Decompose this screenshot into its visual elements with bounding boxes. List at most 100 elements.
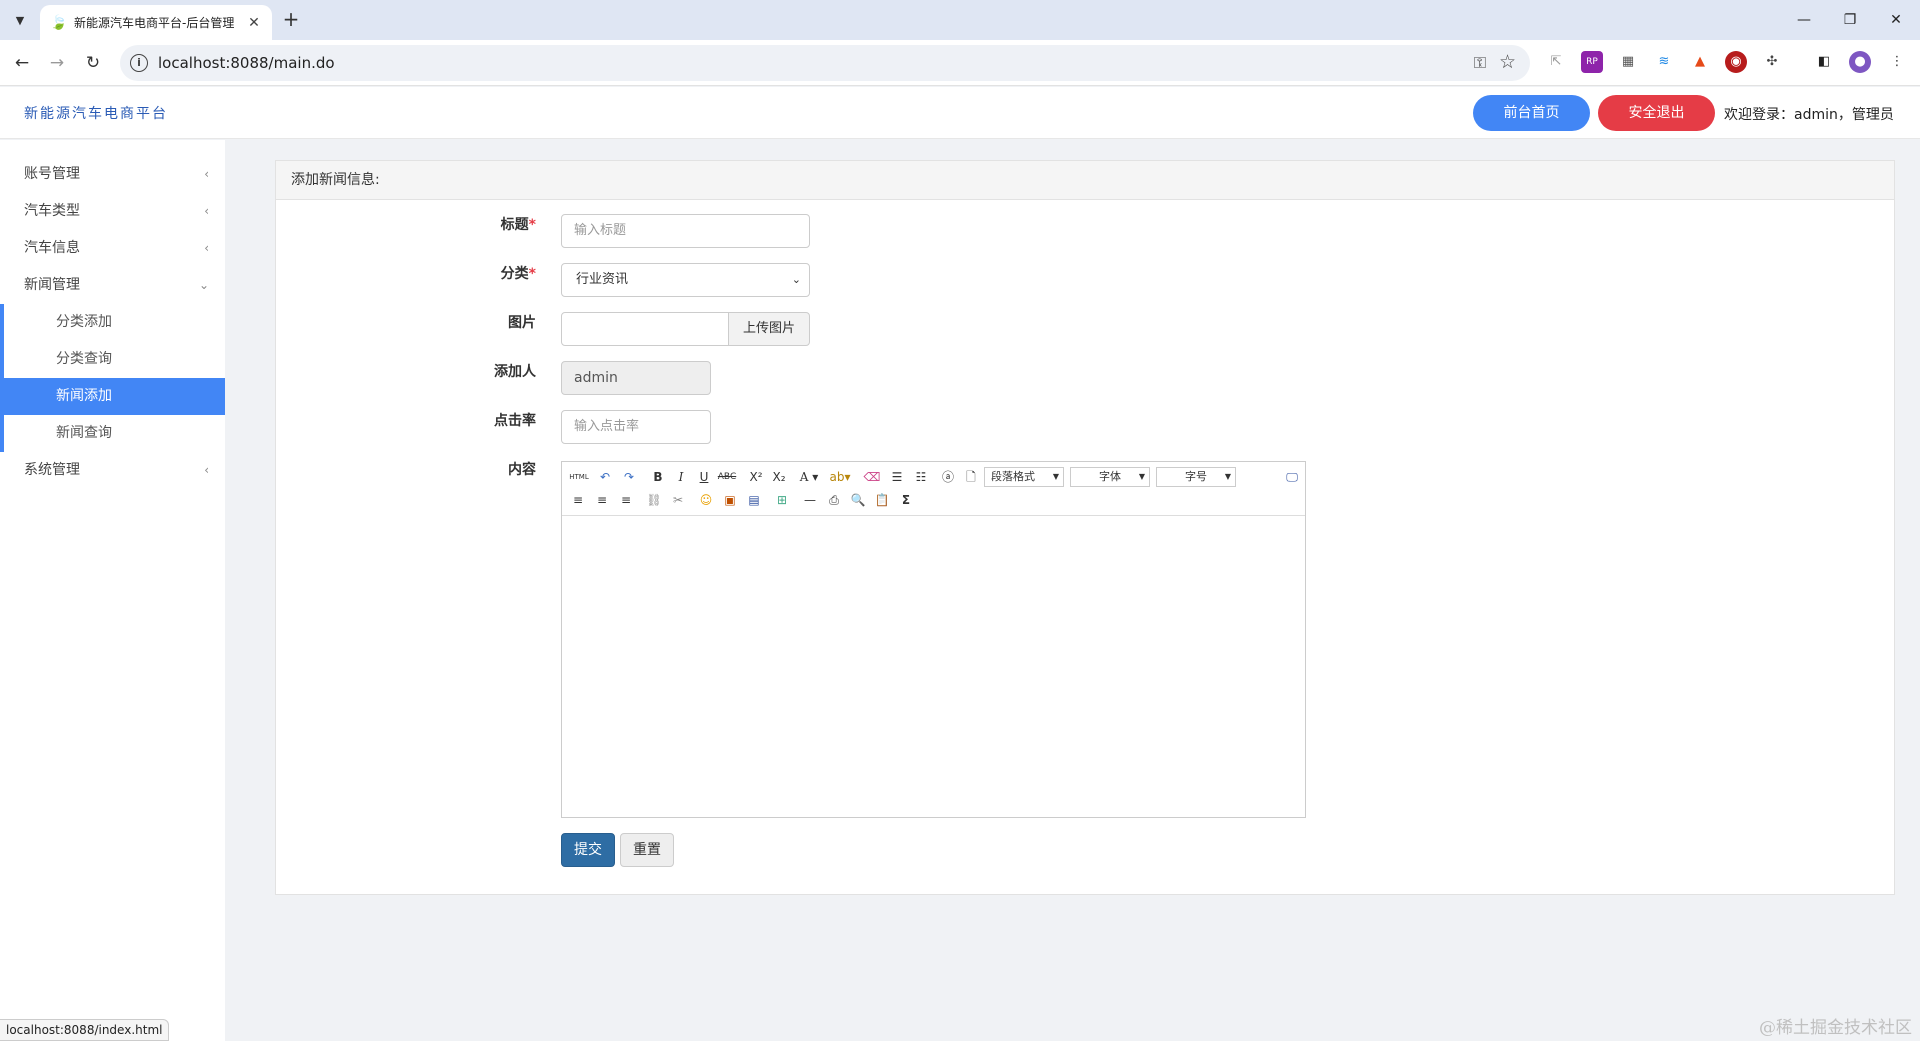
- author-input: admin: [561, 361, 711, 395]
- submit-button[interactable]: 提交: [561, 833, 615, 867]
- ordered-list-icon[interactable]: ☰: [887, 467, 907, 487]
- sidebar-subitem-category-add[interactable]: 分类添加: [0, 304, 225, 341]
- sidebar-subitem-category-query[interactable]: 分类查询: [0, 341, 225, 378]
- key-icon[interactable]: ⚿: [1474, 53, 1486, 73]
- restore-icon[interactable]: ❐: [1828, 6, 1872, 34]
- font-size-dropdown[interactable]: 字号 ▼: [1156, 467, 1236, 487]
- fullscreen-icon[interactable]: 🖵: [1282, 467, 1302, 487]
- profile-avatar[interactable]: ●: [1849, 51, 1871, 73]
- align-right-icon[interactable]: ≡: [616, 490, 636, 510]
- triangle-extension-icon[interactable]: ▲: [1689, 51, 1711, 73]
- chevron-left-icon: ‹: [204, 167, 209, 181]
- app-header: 新能源汽车电商平台 前台首页 安全退出 欢迎登录：admin，管理员: [0, 87, 1920, 139]
- superscript-icon[interactable]: X²: [746, 467, 766, 487]
- sidebar-item-accounts[interactable]: 账号管理 ‹: [0, 156, 225, 193]
- chevron-left-icon: ‹: [204, 241, 209, 255]
- sidebar-item-car-types[interactable]: 汽车类型 ‹: [0, 193, 225, 230]
- bold-icon[interactable]: B: [648, 467, 668, 487]
- align-center-icon[interactable]: ≡: [592, 490, 612, 510]
- side-panel-icon[interactable]: ◧: [1813, 51, 1835, 73]
- image-path-input[interactable]: [561, 312, 729, 346]
- sidebar-subitem-news-query[interactable]: 新闻查询: [0, 415, 225, 452]
- tab-search-icon[interactable]: ▼: [8, 8, 32, 32]
- address-bar[interactable]: i localhost:8088/main.do ⚿ ☆: [120, 45, 1530, 81]
- sidebar-item-label: 系统管理: [24, 462, 80, 478]
- forward-icon[interactable]: →: [44, 50, 70, 76]
- sidebar-item-system[interactable]: 系统管理 ‹: [0, 452, 225, 489]
- image-icon[interactable]: ▣: [720, 490, 740, 510]
- menu-kebab-icon[interactable]: ⋮: [1886, 51, 1908, 73]
- close-window-icon[interactable]: ✕: [1874, 6, 1918, 34]
- paste-icon[interactable]: 📋: [872, 490, 892, 510]
- close-icon[interactable]: ✕: [246, 15, 262, 31]
- clicks-label: 点击率: [494, 413, 536, 429]
- video-icon[interactable]: ▤: [744, 490, 764, 510]
- underline-icon[interactable]: U: [694, 467, 714, 487]
- anchor-icon[interactable]: ⓐ: [938, 467, 958, 487]
- eraser-icon[interactable]: ⌫: [862, 467, 882, 487]
- preview-icon[interactable]: 🔍: [848, 490, 868, 510]
- url-text[interactable]: localhost:8088/main.do: [158, 54, 335, 72]
- font-dropdown[interactable]: 字体 ▼: [1070, 467, 1150, 487]
- paragraph-format-dropdown[interactable]: 段落格式 ▼: [984, 467, 1064, 487]
- category-label: 分类*: [416, 263, 536, 283]
- sidebar: 账号管理 ‹ 汽车类型 ‹ 汽车信息 ‹ 新闻管理 ⌄ 分类添加 分类查询 新闻…: [0, 140, 225, 1041]
- info-icon[interactable]: i: [130, 54, 148, 72]
- italic-icon[interactable]: I: [671, 467, 691, 487]
- star-icon[interactable]: ☆: [1499, 51, 1516, 73]
- chevron-left-icon: ‹: [204, 463, 209, 477]
- author-label: 添加人: [494, 364, 536, 380]
- category-select[interactable]: 行业资讯 ⌄: [561, 263, 810, 297]
- strikethrough-icon[interactable]: ABC: [717, 467, 737, 487]
- title-input[interactable]: 输入标题: [561, 214, 810, 248]
- reload-icon[interactable]: ↻: [80, 50, 106, 76]
- reset-button[interactable]: 重置: [620, 833, 674, 867]
- attachment-icon[interactable]: ⊞: [772, 490, 792, 510]
- brand-title: 新能源汽车电商平台: [24, 106, 168, 122]
- back-icon[interactable]: ←: [9, 50, 35, 76]
- sidebar-item-news[interactable]: 新闻管理 ⌄: [0, 267, 225, 304]
- cursor-extension-icon[interactable]: ⇱: [1545, 51, 1567, 73]
- clicks-input[interactable]: 输入点击率: [561, 410, 711, 444]
- logout-button[interactable]: 安全退出: [1598, 95, 1715, 131]
- redo-icon[interactable]: ↷: [619, 467, 639, 487]
- subscript-icon[interactable]: X₂: [769, 467, 789, 487]
- watermark: @稀土掘金技术社区: [1759, 1018, 1912, 1038]
- editor-content-area[interactable]: [562, 517, 1305, 817]
- horizontal-rule-icon[interactable]: —: [800, 490, 820, 510]
- welcome-text: 欢迎登录：admin，管理员: [1724, 107, 1894, 123]
- font-value: 字体: [1099, 470, 1121, 483]
- unordered-list-icon[interactable]: ☷: [911, 467, 931, 487]
- print-icon[interactable]: ⎙: [824, 490, 844, 510]
- grid-extension-icon[interactable]: ▦: [1617, 51, 1639, 73]
- sidebar-item-label: 汽车类型: [24, 203, 80, 219]
- formula-icon[interactable]: Σ: [896, 490, 916, 510]
- shield-extension-icon[interactable]: ◉: [1725, 51, 1747, 73]
- rp-extension-icon[interactable]: RP: [1581, 51, 1603, 73]
- unlink-icon[interactable]: ✂: [668, 490, 688, 510]
- content-label: 内容: [508, 462, 536, 478]
- minimize-icon[interactable]: —: [1782, 6, 1826, 34]
- page-icon[interactable]: 🗋: [961, 467, 981, 487]
- font-color-icon[interactable]: A ▾: [796, 467, 822, 487]
- emoji-icon[interactable]: ☺: [696, 490, 716, 510]
- align-left-icon[interactable]: ≡: [568, 490, 588, 510]
- caret-down-icon: ▼: [1138, 472, 1145, 481]
- editor-toolbar: HTML ↶ ↷ B I U ABC X² X₂ A ▾ ab▾ ⌫ ☰ ☷ ⓐ…: [562, 462, 1305, 516]
- home-button[interactable]: 前台首页: [1473, 95, 1590, 131]
- sidebar-item-car-info[interactable]: 汽车信息 ‹: [0, 230, 225, 267]
- upload-image-button[interactable]: 上传图片: [728, 312, 810, 346]
- browser-toolbar: ← → ↻ i localhost:8088/main.do ⚿ ☆ ⇱ RP …: [0, 40, 1920, 86]
- link-icon[interactable]: ⛓: [644, 490, 664, 510]
- new-tab-icon[interactable]: +: [279, 8, 303, 32]
- html-source-icon[interactable]: HTML: [568, 467, 590, 487]
- leaf-icon: 🍃: [50, 14, 68, 31]
- puzzle-icon[interactable]: ✣: [1761, 51, 1783, 73]
- layers-extension-icon[interactable]: ≋: [1653, 51, 1675, 73]
- sidebar-subitem-news-add[interactable]: 新闻添加: [0, 378, 225, 415]
- highlight-color-icon[interactable]: ab▾: [826, 467, 854, 487]
- browser-tab[interactable]: 🍃 新能源汽车电商平台-后台管理 ✕: [40, 5, 272, 40]
- chevron-down-icon: ⌄: [198, 278, 209, 292]
- undo-icon[interactable]: ↶: [595, 467, 615, 487]
- caret-down-icon: ▼: [1224, 472, 1231, 481]
